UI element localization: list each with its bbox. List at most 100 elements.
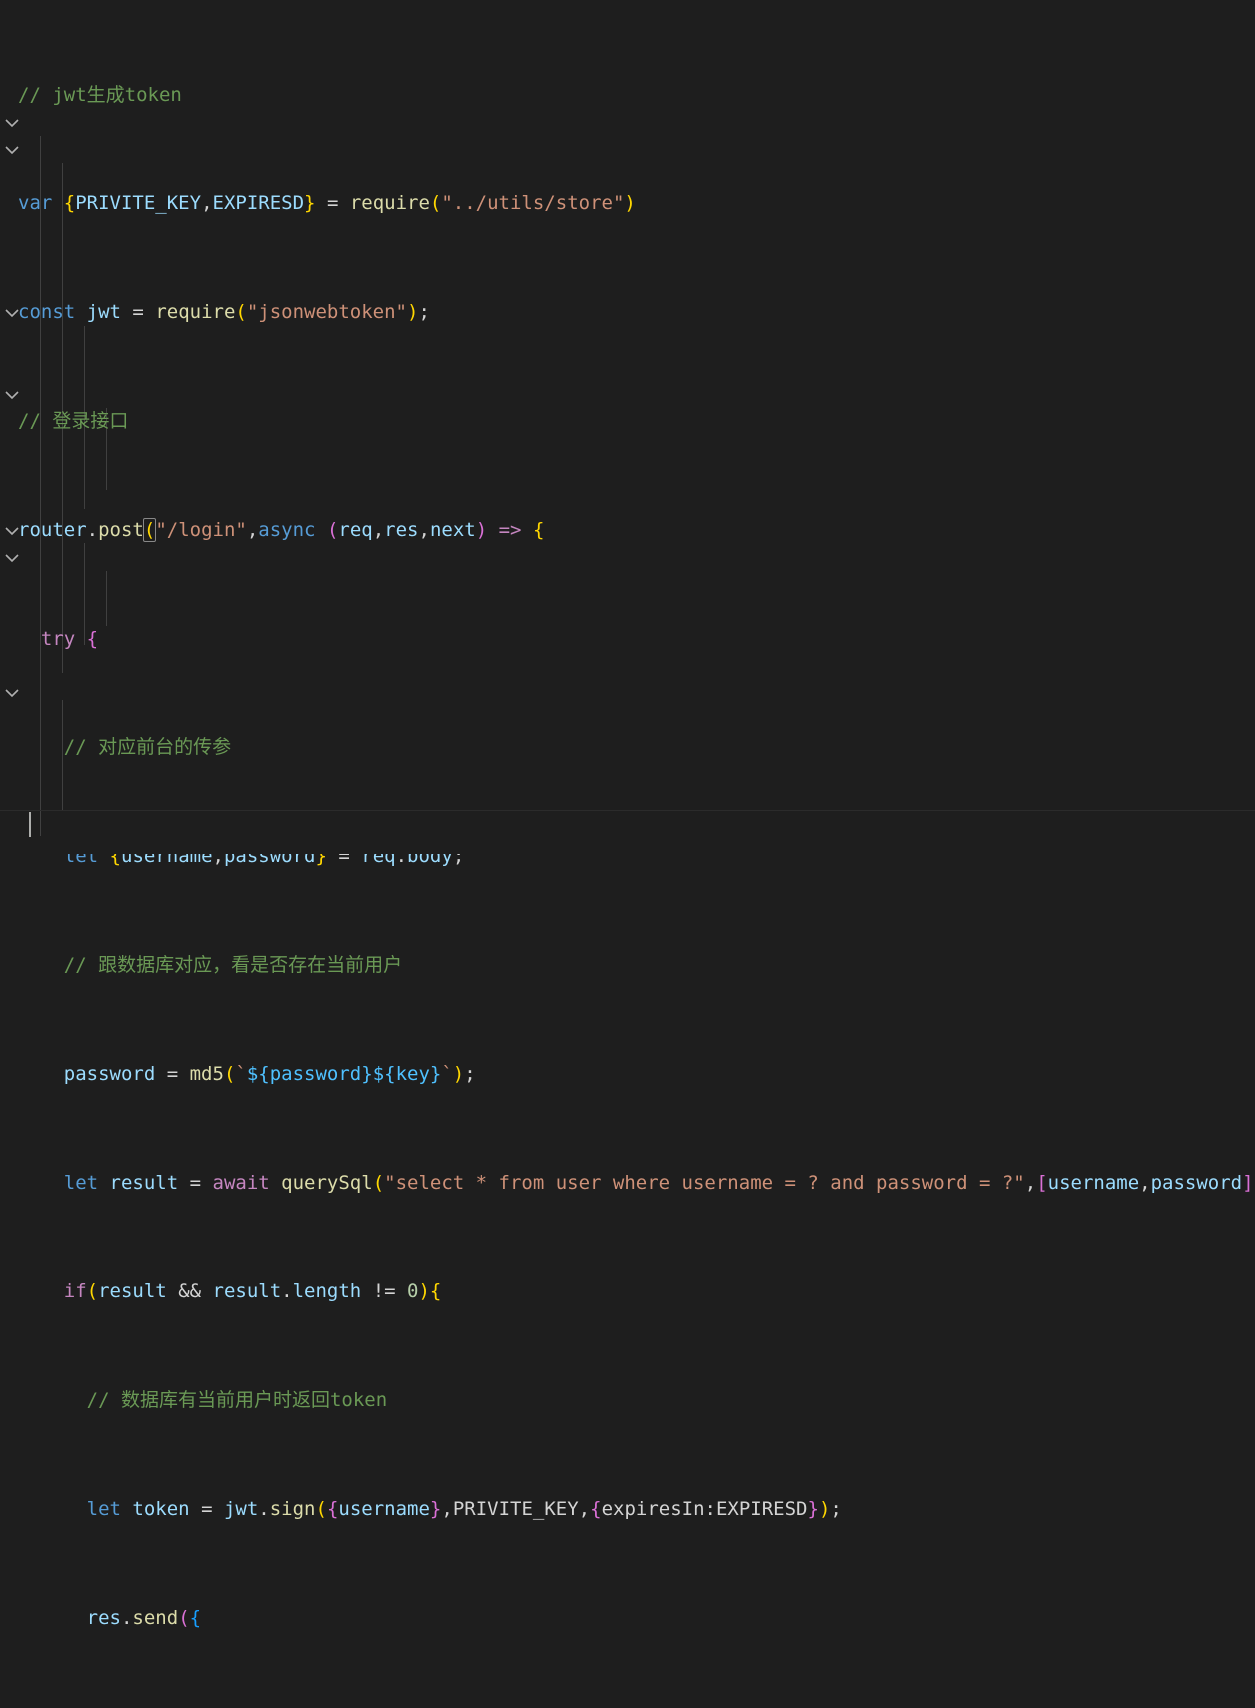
identifier-result: result [109, 1171, 179, 1194]
string-module-path: "../utils/store" [441, 192, 625, 215]
brace-close: } [429, 1497, 442, 1520]
fold-chevron-icon[interactable] [4, 545, 22, 572]
paren-close: ) [475, 518, 488, 541]
identifier-result: result [212, 1280, 282, 1303]
semicolon: ; [830, 1497, 842, 1520]
code-line[interactable]: // 对应前台的传参 [0, 734, 1255, 761]
paren-open: ( [178, 1606, 190, 1629]
fold-chevron-icon[interactable] [4, 110, 22, 137]
code-line[interactable]: let result = await querySql("select * fr… [0, 1170, 1255, 1197]
identifier-expiresd: EXPIRESD [212, 192, 305, 215]
code-content[interactable]: // jwt生成token var {PRIVITE_KEY,EXPIRESD}… [0, 0, 1255, 1708]
horizontal-scrollbar[interactable] [0, 838, 1255, 854]
code-line[interactable]: // 登录接口 [0, 408, 1255, 435]
code-line[interactable]: res.send({ [0, 1605, 1255, 1632]
constant-private-key: PRIVITE_KEY [452, 1497, 579, 1520]
not-equal-operator: != [361, 1280, 408, 1303]
brace-open: { [86, 627, 99, 650]
keyword-try: try [40, 627, 76, 650]
comment: // 登录接口 [18, 410, 129, 432]
property-expiresin: expiresIn [601, 1497, 705, 1520]
code-line[interactable]: // jwt生成token [0, 82, 1255, 109]
keyword-if: if [63, 1280, 87, 1303]
paren-open: ( [235, 301, 247, 324]
brace-open: { [532, 518, 545, 541]
code-editor[interactable]: // jwt生成token var {PRIVITE_KEY,EXPIRESD}… [0, 0, 1255, 1629]
comma: , [1139, 1171, 1151, 1194]
comma: , [246, 518, 259, 541]
fold-gutter[interactable] [0, 0, 26, 854]
paren-open-matched: ( [142, 517, 157, 542]
bracket-open: [ [1036, 1171, 1048, 1194]
object-jwt: jwt [223, 1497, 259, 1520]
paren-open: ( [315, 1497, 327, 1520]
paren-close: ) [452, 1062, 465, 1085]
method-post: post [98, 518, 144, 541]
logical-and: && [166, 1280, 213, 1303]
code-line[interactable]: if(result && result.length != 0){ [0, 1278, 1255, 1305]
function-querysql: querySql [281, 1171, 373, 1194]
code-line[interactable]: // 数据库有当前用户时返回token [0, 1387, 1255, 1414]
param-req: req [338, 518, 373, 541]
code-line[interactable]: var {PRIVITE_KEY,EXPIRESD} = require("..… [0, 190, 1255, 217]
paren-open: ( [86, 1280, 99, 1303]
brace-close: } [807, 1497, 819, 1520]
comment: // 数据库有当前用户时返回token [86, 1389, 388, 1412]
dot: . [86, 518, 99, 541]
text-cursor [29, 812, 31, 837]
method-sign: sign [269, 1497, 316, 1520]
string-route-path: "/login" [155, 518, 247, 541]
function-md5: md5 [189, 1062, 224, 1085]
backtick: ` [235, 1062, 247, 1085]
comma: , [578, 1497, 591, 1520]
brace-open: { [590, 1497, 602, 1520]
viewport-divider-top [0, 810, 1255, 811]
assign-operator: = [178, 1171, 213, 1194]
brace-open: { [63, 192, 76, 215]
brace-close: } [304, 192, 316, 215]
comment: // 对应前台的传参 [63, 736, 232, 759]
code-line[interactable]: password = md5(`${password}${key}`); [0, 1061, 1255, 1088]
code-line[interactable]: try { [0, 626, 1255, 653]
comma: , [1024, 1171, 1037, 1194]
arrow-operator: => [487, 518, 533, 541]
brace-open: { [429, 1280, 442, 1303]
dot: . [258, 1497, 270, 1520]
code-line[interactable]: const jwt = require("jsonwebtoken"); [0, 299, 1255, 326]
constant-expiresd: EXPIRESD [715, 1497, 808, 1520]
comma: , [418, 518, 430, 541]
fold-chevron-icon[interactable] [4, 680, 22, 707]
method-send: send [132, 1606, 179, 1629]
code-line[interactable]: router.post("/login",async (req,res,next… [0, 517, 1255, 544]
fold-chevron-icon[interactable] [4, 300, 22, 327]
fold-chevron-icon[interactable] [4, 518, 22, 545]
paren-close: ) [624, 192, 636, 215]
param-next: next [429, 518, 476, 541]
fold-chevron-icon[interactable] [4, 137, 22, 164]
fold-chevron-icon[interactable] [4, 382, 22, 409]
code-line[interactable]: // 跟数据库对应，看是否存在当前用户 [0, 952, 1255, 979]
identifier-password: password [63, 1062, 156, 1085]
assign-operator: = [155, 1062, 190, 1085]
paren-open: ( [326, 518, 339, 541]
comma: , [372, 518, 385, 541]
backtick: ` [441, 1062, 453, 1085]
assign-operator: = [189, 1497, 224, 1520]
template-interpolation-password: ${password} [246, 1062, 373, 1085]
paren-open: ( [223, 1062, 236, 1085]
code-line[interactable]: let token = jwt.sign({username},PRIVITE_… [0, 1496, 1255, 1523]
dot: . [281, 1280, 293, 1303]
paren-open: ( [372, 1171, 385, 1194]
comment: // 跟数据库对应，看是否存在当前用户 [63, 953, 403, 976]
paren-close: ) [407, 301, 419, 324]
object-res: res [86, 1606, 121, 1629]
